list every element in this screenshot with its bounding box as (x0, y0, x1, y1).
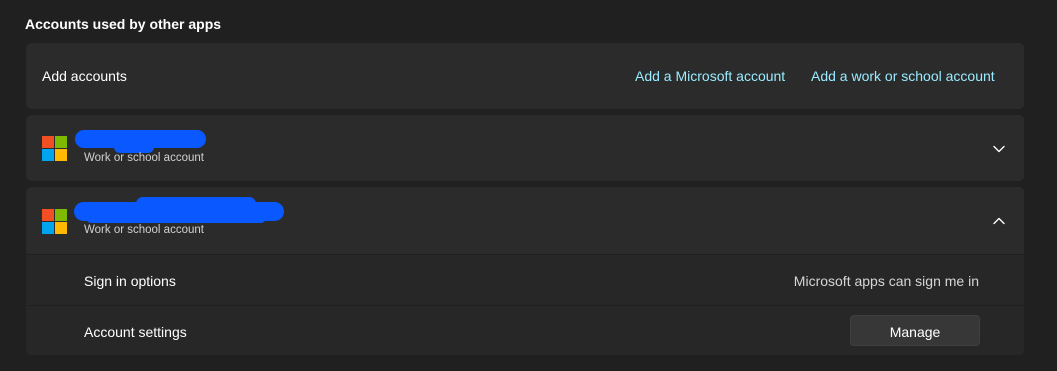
add-work-account-link[interactable]: Add a work or school account (811, 68, 995, 84)
add-microsoft-account-link[interactable]: Add a Microsoft account (635, 68, 785, 84)
account-settings-row: Account settings Manage (26, 306, 1024, 355)
account-type-label: Work or school account (84, 224, 204, 236)
section-title: Accounts used by other apps (25, 16, 222, 32)
chevron-down-icon[interactable] (991, 141, 1007, 157)
account-type-label: Work or school account (84, 152, 204, 164)
account-2-header[interactable]: Work or school account (26, 187, 1024, 254)
add-accounts-label: Add accounts (42, 68, 127, 84)
account-card-1[interactable]: Work or school account (26, 115, 1024, 181)
account-card-2: Work or school account Sign in options M… (26, 187, 1024, 355)
sign-in-options-value: Microsoft apps can sign me in (793, 273, 979, 289)
redacted-account-name-part (86, 213, 266, 223)
account-settings-label: Account settings (84, 324, 187, 340)
chevron-up-icon[interactable] (991, 213, 1007, 229)
microsoft-logo-icon (42, 136, 67, 161)
redacted-account-name-part (136, 197, 256, 211)
sign-in-options-label: Sign in options (84, 273, 176, 289)
sign-in-options-row: Sign in options Microsoft apps can sign … (26, 255, 1024, 305)
microsoft-logo-icon (42, 209, 67, 234)
manage-button[interactable]: Manage (850, 315, 980, 346)
add-accounts-card: Add accounts Add a Microsoft account Add… (26, 43, 1024, 109)
